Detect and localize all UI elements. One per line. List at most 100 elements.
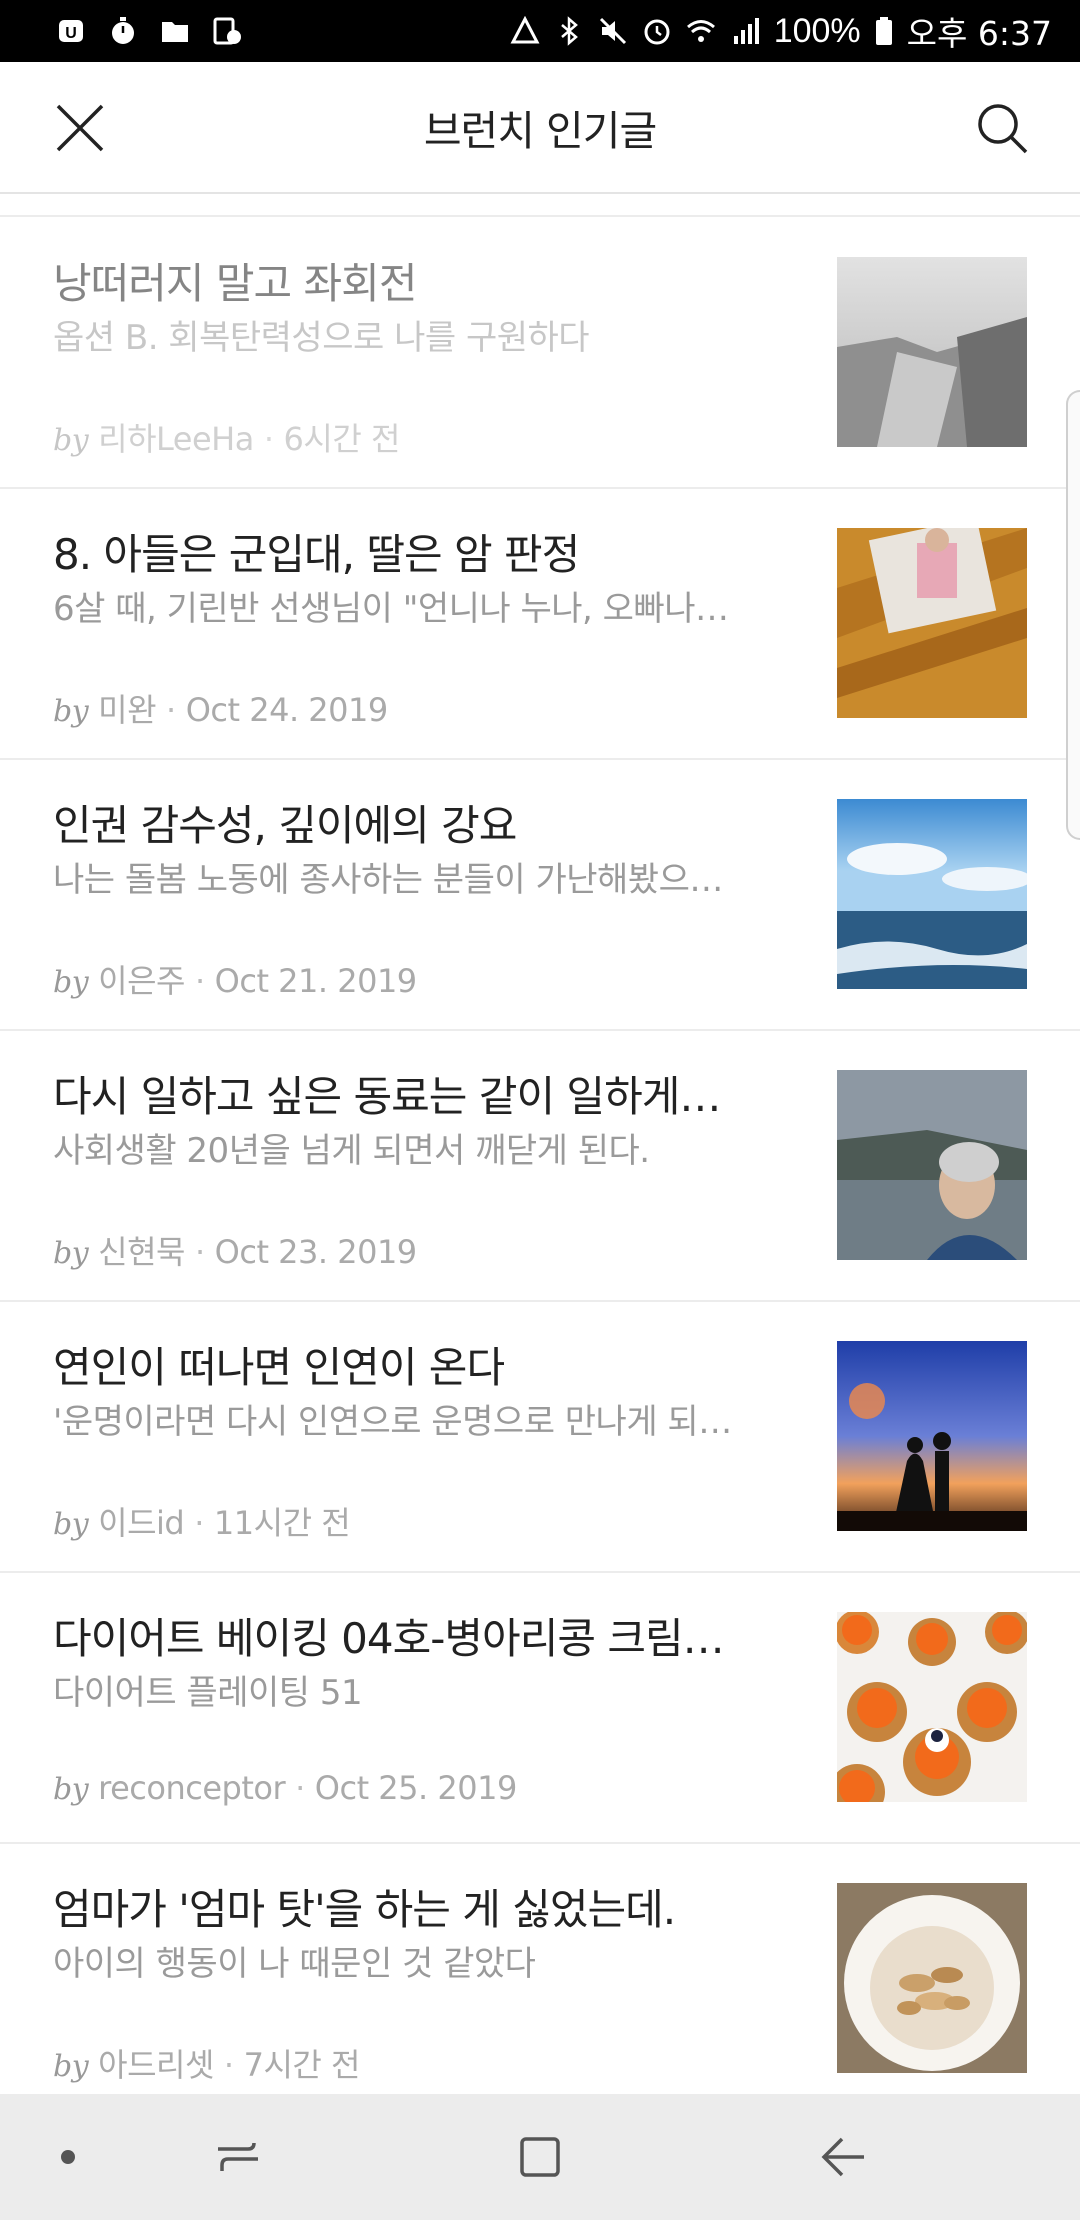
status-left-icons: U [56, 16, 242, 46]
screenshot-icon [212, 16, 242, 46]
separator-dot: · [263, 420, 274, 458]
post-date: 7시간 전 [243, 2046, 361, 2084]
article-thumbnail [837, 1341, 1027, 1531]
post-date: Oct 24. 2019 [185, 691, 389, 729]
article-meta: by 이은주 · Oct 21. 2019 [53, 956, 417, 1002]
article-subtitle: 6살 때, 기린반 선생님이 "언니나 누나, 오빠나… [53, 589, 729, 629]
nav-dot-button[interactable] [38, 2127, 98, 2187]
by-label: by [53, 1236, 89, 1271]
dot-icon [61, 2150, 75, 2164]
separator-dot: · [223, 2046, 234, 2084]
article-title: 연인이 떠나면 인연이 온다 [53, 1343, 505, 1392]
system-nav-bar [0, 2094, 1080, 2220]
author-name[interactable]: 리하LeeHa [98, 414, 254, 460]
post-date: 11시간 전 [213, 1504, 351, 1542]
status-right-icons: 100% 오후 6:37 [510, 7, 1052, 55]
article-thumbnail [837, 528, 1027, 718]
clock: 오후 6:37 [906, 14, 1052, 53]
by-label: by [53, 965, 89, 1000]
separator-dot: · [194, 1233, 205, 1271]
article-item[interactable]: 엄마가 '엄마 탓'을 하는 게 싫었는데. 아이의 행동이 나 때문인 것 같… [0, 1844, 1080, 2094]
close-button[interactable] [52, 100, 108, 156]
back-button[interactable] [812, 2127, 872, 2187]
article-title: 다시 일하고 싶은 동료는 같이 일하게… [53, 1072, 721, 1121]
author-name[interactable]: reconceptor [98, 1769, 285, 1807]
article-subtitle: 사회생활 20년을 넘게 되면서 깨닫게 된다. [53, 1131, 650, 1171]
post-date: 6시간 전 [283, 420, 401, 458]
article-meta: by reconceptor · Oct 25. 2019 [53, 1769, 517, 1807]
status-bar: U 100% 오후 6:37 [0, 0, 1080, 62]
separator-dot: · [194, 962, 205, 1000]
folder-icon [160, 16, 190, 46]
article-subtitle: 나는 돌봄 노동에 종사하는 분들이 가난해봤으… [53, 860, 723, 900]
app-notification-icon: U [56, 16, 86, 46]
article-item[interactable]: 인권 감수성, 깊이에의 강요 나는 돌봄 노동에 종사하는 분들이 가난해봤으… [0, 760, 1080, 1031]
man-photo-icon [837, 1070, 1027, 1260]
by-label: by [53, 1507, 89, 1542]
article-title: 다이어트 베이킹 04호-병아리콩 크림… [53, 1614, 725, 1663]
article-thumbnail [837, 257, 1027, 447]
separator-dot: · [295, 1769, 305, 1807]
post-date: Oct 23. 2019 [214, 1233, 418, 1271]
article-subtitle: 아이의 행동이 나 때문인 것 같았다 [53, 1944, 536, 1984]
article-title: 8. 아들은 군입대, 딸은 암 판정 [53, 530, 580, 579]
by-label: by [53, 2049, 89, 2084]
bowl-photo-icon [837, 1883, 1027, 2073]
article-thumbnail [837, 1883, 1027, 2073]
article-subtitle: 다이어트 플레이팅 51 [53, 1673, 363, 1713]
alarm-icon [642, 16, 672, 46]
close-icon [56, 104, 104, 152]
post-date: Oct 21. 2019 [214, 962, 418, 1000]
article-meta: by 신현묵 · Oct 23. 2019 [53, 1227, 417, 1273]
article-subtitle: 옵션 B. 회복탄력성으로 나를 구원하다 [53, 318, 590, 358]
article-meta: by 아드리셋 · 7시간 전 [53, 2040, 360, 2086]
article-title: 인권 감수성, 깊이에의 강요 [53, 801, 517, 850]
page-title: 브런치 인기글 [423, 107, 657, 155]
signal-icon [730, 16, 760, 46]
author-name[interactable]: 아드리셋 [98, 2040, 214, 2086]
author-name[interactable]: 신현묵 [98, 1227, 185, 1273]
divider [0, 215, 1080, 217]
battery-percent: 100% [773, 11, 861, 50]
baking-photo-icon [837, 1612, 1027, 1802]
recents-button[interactable] [208, 2127, 268, 2187]
stopwatch-icon [108, 16, 138, 46]
article-item[interactable]: 연인이 떠나면 인연이 온다 '운명이라면 다시 인연으로 운명으로 만나게 되… [0, 1302, 1080, 1573]
article-meta: by 이드id · 11시간 전 [53, 1498, 351, 1544]
app-header: 브런치 인기글 [0, 62, 1080, 194]
article-title: 엄마가 '엄마 탓'을 하는 게 싫었는데. [53, 1885, 676, 1934]
article-meta: by 미완 · Oct 24. 2019 [53, 685, 388, 731]
article-thumbnail [837, 799, 1027, 989]
data-saver-icon [510, 15, 540, 46]
article-item[interactable]: 낭떠러지 말고 좌회전 옵션 B. 회복탄력성으로 나를 구원하다 by 리하L… [0, 218, 1080, 489]
recents-icon [218, 2142, 258, 2171]
child-photo-icon [837, 528, 1027, 718]
by-label: by [53, 694, 89, 729]
separator-dot: · [166, 691, 176, 729]
search-button[interactable] [974, 100, 1030, 156]
separator-dot: · [194, 1504, 204, 1542]
home-button[interactable] [510, 2127, 570, 2187]
article-thumbnail [837, 1612, 1027, 1802]
article-meta: by 리하LeeHa · 6시간 전 [53, 414, 400, 460]
sea-photo-icon [837, 799, 1027, 989]
search-icon [978, 104, 1028, 154]
author-name[interactable]: 미완 [98, 685, 156, 731]
author-name[interactable]: 이은주 [98, 956, 185, 1002]
by-label: by [53, 423, 89, 458]
article-thumbnail [837, 1070, 1027, 1260]
article-item[interactable]: 다시 일하고 싶은 동료는 같이 일하게… 사회생활 20년을 넘게 되면서 깨… [0, 1031, 1080, 1302]
wifi-icon [686, 16, 716, 46]
bluetooth-icon [554, 16, 584, 46]
battery-icon [875, 16, 893, 46]
home-icon [520, 2137, 560, 2177]
svg-text:U: U [65, 25, 77, 42]
post-date: Oct 25. 2019 [314, 1769, 518, 1807]
edge-panel-handle[interactable] [1066, 390, 1080, 840]
back-icon [821, 2137, 864, 2177]
article-item[interactable]: 다이어트 베이킹 04호-병아리콩 크림… 다이어트 플레이팅 51 by re… [0, 1573, 1080, 1844]
article-item[interactable]: 8. 아들은 군입대, 딸은 암 판정 6살 때, 기린반 선생님이 "언니나 … [0, 489, 1080, 760]
cliff-photo-icon [837, 257, 1027, 447]
author-name[interactable]: 이드id [98, 1498, 185, 1544]
couple-photo-icon [837, 1341, 1027, 1531]
